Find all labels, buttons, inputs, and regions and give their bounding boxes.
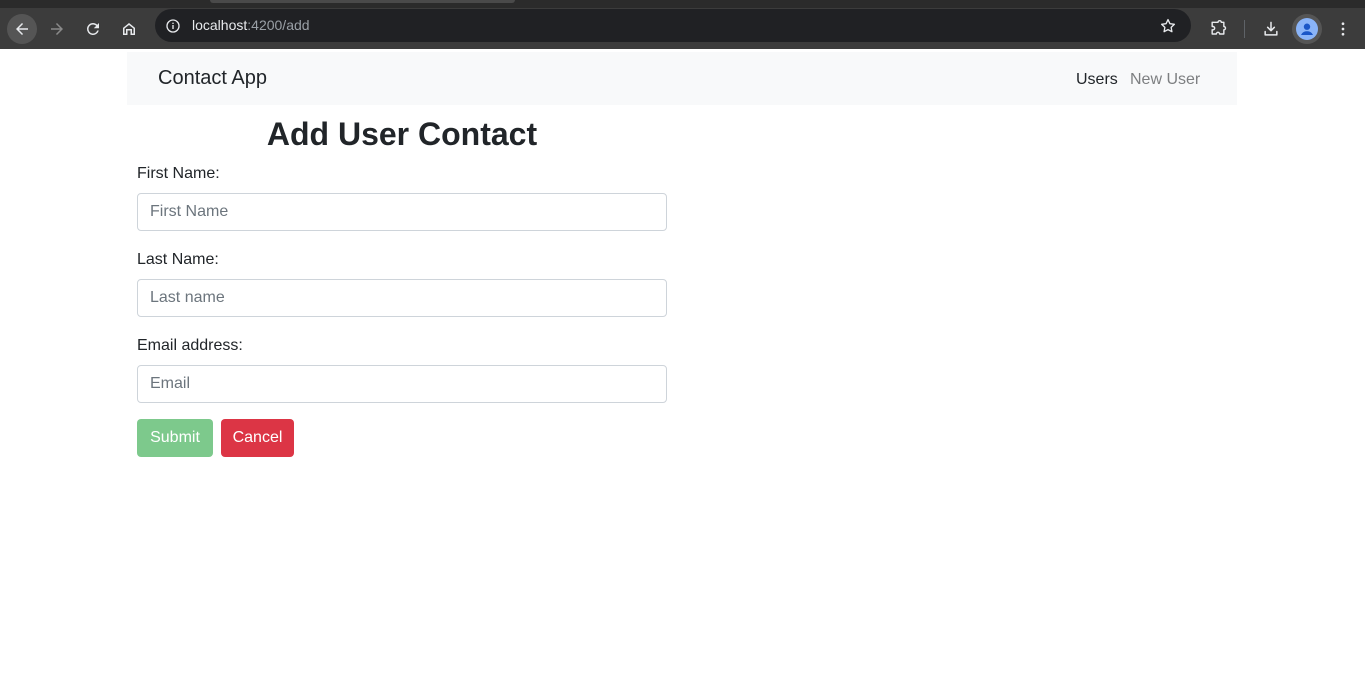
first-name-input[interactable] [137, 193, 667, 231]
toolbar-separator [1244, 20, 1245, 38]
url-host: localhost [192, 17, 248, 33]
email-label: Email address: [137, 337, 243, 354]
reload-button[interactable] [79, 15, 107, 43]
email-input[interactable] [137, 365, 667, 403]
nav-link-users[interactable]: Users [1076, 71, 1118, 89]
navbar-brand[interactable]: Contact App [158, 67, 267, 90]
browser-chrome: localhost:4200/add [0, 0, 1365, 49]
url-path: :4200/add [247, 17, 310, 33]
address-bar[interactable]: localhost:4200/add [155, 9, 1191, 42]
last-name-input[interactable] [137, 279, 667, 317]
profile-button[interactable] [1292, 14, 1322, 44]
forward-button[interactable] [43, 15, 71, 43]
cancel-button[interactable]: Cancel [221, 419, 294, 457]
page-title: Add User Contact [266, 116, 538, 152]
browser-toolbar: localhost:4200/add [0, 8, 1365, 49]
info-icon[interactable] [163, 16, 182, 35]
kebab-menu-icon[interactable] [1329, 15, 1357, 43]
tab-indicator [210, 0, 515, 3]
star-icon[interactable] [1158, 16, 1177, 35]
submit-button[interactable]: Submit [137, 419, 213, 457]
first-name-label: First Name: [137, 165, 220, 182]
profile-icon [1296, 18, 1318, 40]
url-text[interactable]: localhost:4200/add [192, 17, 310, 33]
nav-link-new-user[interactable]: New User [1130, 71, 1200, 89]
arrow-right-icon [51, 23, 63, 35]
puzzle-icon[interactable] [1204, 15, 1232, 43]
home-icon [123, 23, 135, 35]
home-button[interactable] [115, 15, 143, 43]
reload-icon [86, 22, 99, 35]
arrow-left-icon [16, 23, 28, 35]
tab-strip [0, 0, 1365, 8]
last-name-label: Last Name: [137, 251, 219, 268]
download-icon[interactable] [1257, 15, 1285, 43]
back-button[interactable] [7, 14, 37, 44]
page-content: Contact App Users New User Add User Cont… [0, 49, 1365, 690]
navbar: Contact App Users New User [127, 52, 1237, 105]
